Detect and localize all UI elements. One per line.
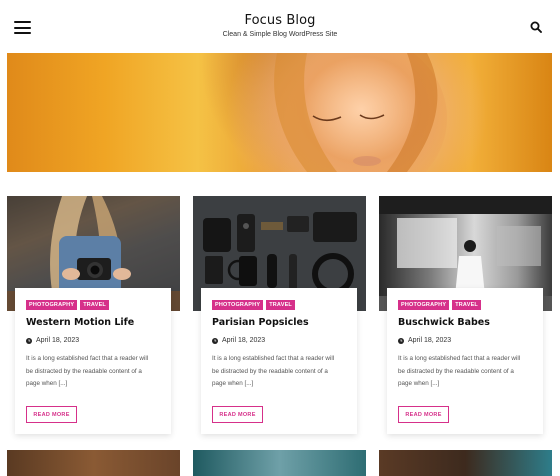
post-card: PHOTOGRAPHY TRAVEL Buschwick Babes April… — [379, 196, 552, 446]
site-tagline: Clean & Simple Blog WordPress Site — [222, 31, 338, 38]
post-title[interactable]: Parisian Popsicles — [212, 317, 309, 328]
post-excerpt: It is a long established fact that a rea… — [26, 355, 149, 388]
post-card-body: PHOTOGRAPHY TRAVEL Parisian Popsicles Ap… — [201, 288, 357, 434]
tag-travel[interactable]: TRAVEL — [266, 300, 295, 310]
post-title[interactable]: Western Motion Life — [26, 317, 134, 328]
post-thumbnail[interactable] — [7, 450, 180, 476]
post-card-body: PHOTOGRAPHY TRAVEL Buschwick Babes April… — [387, 288, 543, 434]
post-date: April 18, 2023 — [398, 337, 451, 344]
post-date-text: April 18, 2023 — [36, 337, 80, 344]
post-thumbnail[interactable] — [193, 450, 366, 476]
tag-photography[interactable]: PHOTOGRAPHY — [26, 300, 78, 310]
clock-icon — [398, 337, 404, 344]
tag-travel[interactable]: TRAVEL — [80, 300, 109, 310]
read-more-button[interactable]: READ MORE — [26, 406, 77, 423]
read-more-button[interactable]: READ MORE — [212, 406, 263, 423]
site-header: Focus Blog Clean & Simple Blog WordPress… — [0, 0, 560, 52]
tag-travel[interactable]: TRAVEL — [452, 300, 481, 310]
tag-photography[interactable]: PHOTOGRAPHY — [212, 300, 264, 310]
read-more-button[interactable]: READ MORE — [398, 406, 449, 423]
site-title[interactable]: Focus Blog — [0, 13, 560, 28]
tag-photography[interactable]: PHOTOGRAPHY — [398, 300, 450, 310]
search-icon[interactable] — [530, 21, 542, 33]
clock-icon — [212, 337, 218, 344]
post-date: April 18, 2023 — [212, 337, 265, 344]
post-excerpt: It is a long established fact that a rea… — [212, 355, 335, 388]
post-date-text: April 18, 2023 — [222, 337, 266, 344]
post-card: PHOTOGRAPHY TRAVEL Western Motion Life A… — [7, 196, 180, 446]
clock-icon — [26, 337, 32, 344]
post-date-text: April 18, 2023 — [408, 337, 452, 344]
post-title[interactable]: Buschwick Babes — [398, 317, 490, 328]
post-excerpt: It is a long established fact that a rea… — [398, 355, 521, 388]
hero-banner-image — [7, 53, 552, 172]
post-date: April 18, 2023 — [26, 337, 79, 344]
post-thumbnail[interactable] — [379, 450, 552, 476]
post-card: PHOTOGRAPHY TRAVEL Parisian Popsicles Ap… — [193, 196, 366, 446]
post-card-body: PHOTOGRAPHY TRAVEL Western Motion Life A… — [15, 288, 171, 434]
